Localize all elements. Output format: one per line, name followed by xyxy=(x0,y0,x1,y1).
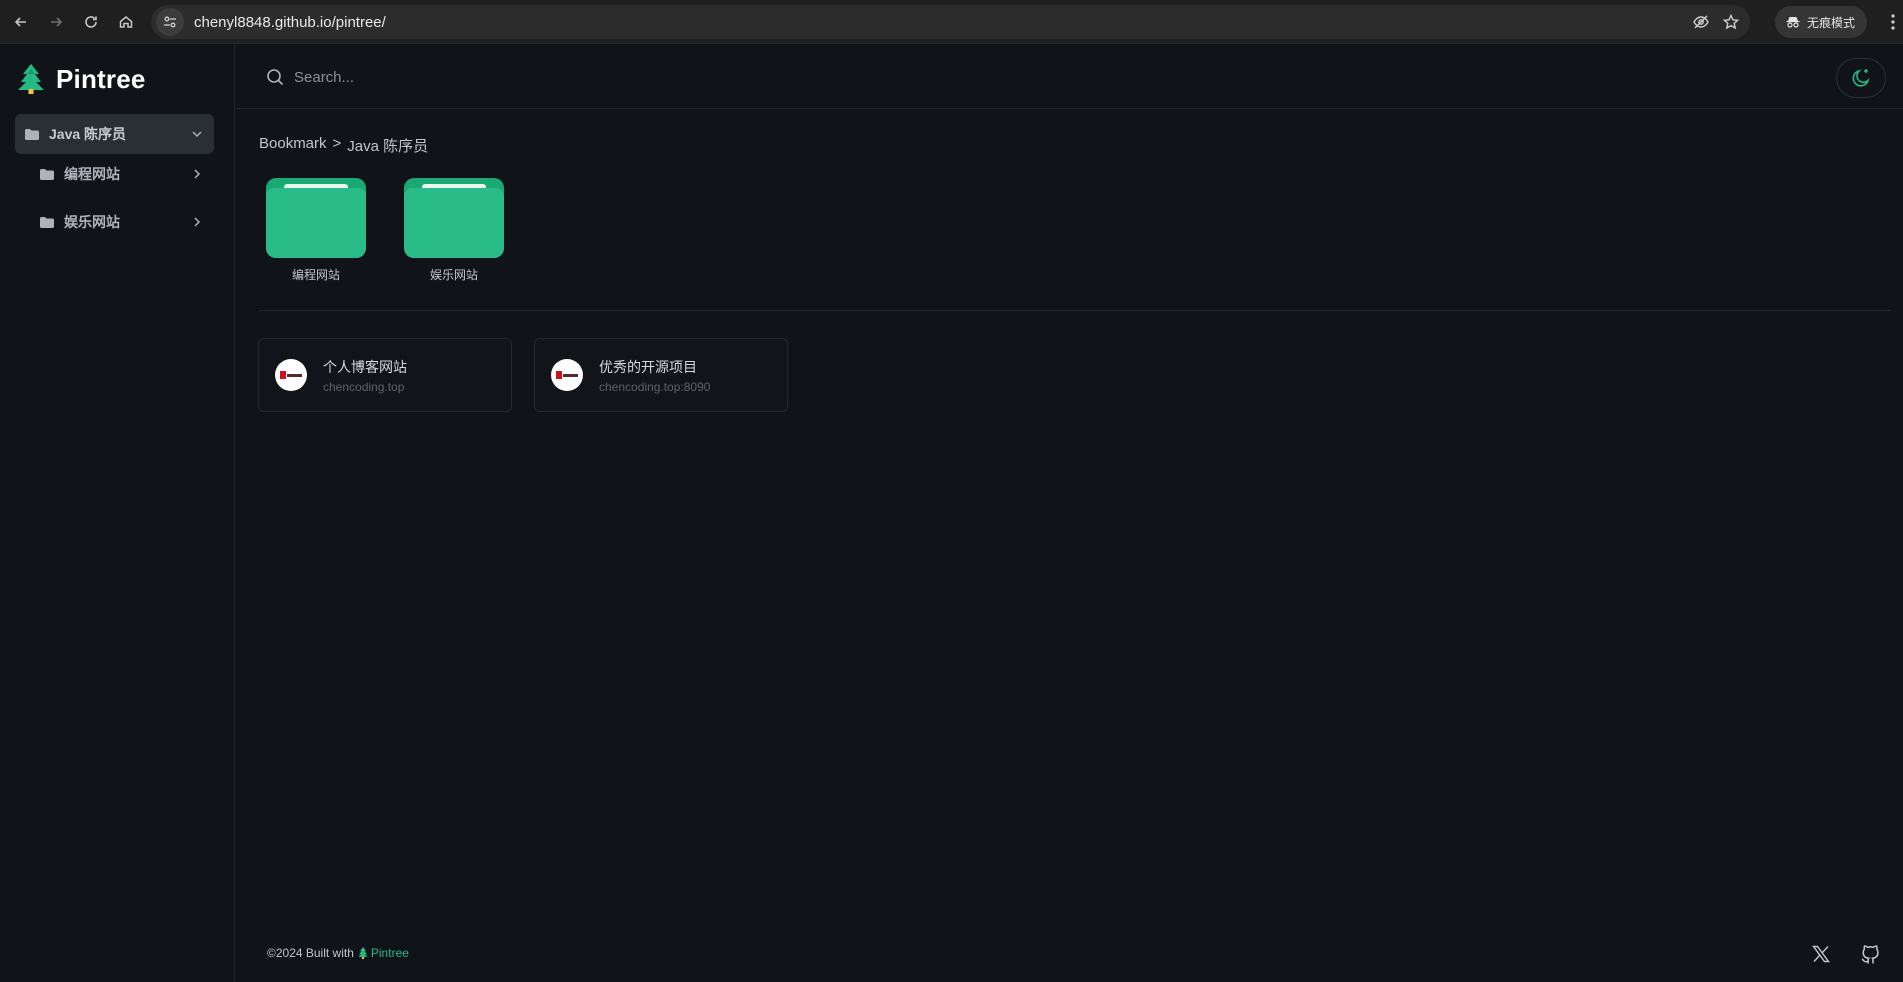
reload-button[interactable] xyxy=(77,8,105,36)
section-divider xyxy=(259,310,1891,311)
chevron-down-icon xyxy=(192,131,202,138)
pine-tree-icon xyxy=(18,64,44,94)
chevron-right-icon xyxy=(194,169,201,179)
search-icon xyxy=(267,69,284,86)
folder-label: 娱乐网站 xyxy=(429,268,478,282)
search-input[interactable] xyxy=(294,61,794,93)
eye-off-icon[interactable] xyxy=(1692,13,1710,31)
site-favicon xyxy=(275,359,307,391)
breadcrumb-separator: > xyxy=(332,135,342,152)
chevron-right-icon xyxy=(194,217,201,227)
bookmark-url: chencoding.top:8090 xyxy=(599,380,711,394)
arrow-right-icon xyxy=(51,16,63,27)
url-host: chenyl8848.github.io xyxy=(194,13,332,31)
folder-label: 编程网站 xyxy=(291,268,340,282)
footer-brand-name: Pintree xyxy=(370,946,409,960)
tune-icon xyxy=(164,16,176,28)
browser-toolbar: chenyl8848.github.io/pintree/ 无痕模式 xyxy=(0,0,1903,44)
browser-menu-button[interactable] xyxy=(1888,10,1898,34)
arrow-left-icon xyxy=(14,16,26,27)
footer-prefix: ©2024 Built with xyxy=(267,946,354,960)
breadcrumb-root[interactable]: Bookmark xyxy=(259,135,327,156)
address-bar[interactable]: chenyl8848.github.io/pintree/ xyxy=(151,5,1750,39)
sidebar-item-entertainment[interactable]: 娱乐网站 xyxy=(15,202,214,242)
x-twitter-link[interactable] xyxy=(1811,944,1831,964)
bookmark-card[interactable]: 优秀的开源项目 chencoding.top:8090 xyxy=(534,338,788,412)
footer-brand-link[interactable]: Pintree xyxy=(358,946,409,960)
forward-button[interactable] xyxy=(42,8,70,36)
folder-icon xyxy=(40,216,54,228)
x-logo-icon xyxy=(1812,945,1830,963)
home-icon xyxy=(119,15,133,28)
folder-tile-entertainment[interactable]: 娱乐网站 xyxy=(404,178,504,283)
star-icon[interactable] xyxy=(1722,13,1740,31)
folder-icon xyxy=(404,178,504,258)
site-favicon xyxy=(551,359,583,391)
sidebar-item-label: Java 陈序员 xyxy=(49,126,127,142)
bookmark-url: chencoding.top xyxy=(323,380,405,394)
theme-toggle-button[interactable] xyxy=(1836,58,1886,98)
incognito-badge[interactable]: 无痕模式 xyxy=(1775,6,1868,38)
bookmark-title: 个人博客网站 xyxy=(323,359,407,375)
home-button[interactable] xyxy=(112,8,140,36)
github-link[interactable] xyxy=(1860,944,1880,964)
brand-logo[interactable]: Pintree xyxy=(16,63,146,95)
more-vertical-icon xyxy=(1891,14,1895,30)
sidebar-item-programming[interactable]: 编程网站 xyxy=(15,154,214,194)
sidebar-item-label: 编程网站 xyxy=(64,166,120,182)
brand-name: Pintree xyxy=(56,63,146,94)
github-icon xyxy=(1861,945,1879,964)
folder-icon xyxy=(25,128,39,140)
reload-icon xyxy=(85,15,97,28)
bookmark-title: 优秀的开源项目 xyxy=(599,359,697,375)
pine-tree-icon xyxy=(358,947,368,959)
top-bar xyxy=(236,45,1903,109)
footer-credit: ©2024 Built with Pintree xyxy=(267,946,409,960)
bookmark-card[interactable]: 个人博客网站 chencoding.top xyxy=(258,338,512,412)
folder-icon xyxy=(266,178,366,258)
site-info-button[interactable] xyxy=(156,8,184,36)
url-path: /pintree/ xyxy=(331,13,386,31)
sidebar: Pintree Java 陈序员 编程网站 娱乐网站 xyxy=(0,45,235,982)
url-text[interactable]: chenyl8848.github.io/pintree/ xyxy=(194,14,386,31)
back-button[interactable] xyxy=(7,8,35,36)
moon-sparkle-icon xyxy=(1852,69,1870,87)
folder-icon xyxy=(40,168,54,180)
incognito-icon xyxy=(1786,17,1800,28)
sidebar-item-java[interactable]: Java 陈序员 xyxy=(15,114,214,154)
sidebar-item-label: 娱乐网站 xyxy=(64,214,120,230)
breadcrumb-current: Java 陈序员 xyxy=(347,138,429,155)
folder-tile-programming[interactable]: 编程网站 xyxy=(266,178,366,283)
breadcrumb: Bookmark > Java 陈序员 xyxy=(259,135,428,156)
incognito-label: 无痕模式 xyxy=(1807,15,1856,30)
